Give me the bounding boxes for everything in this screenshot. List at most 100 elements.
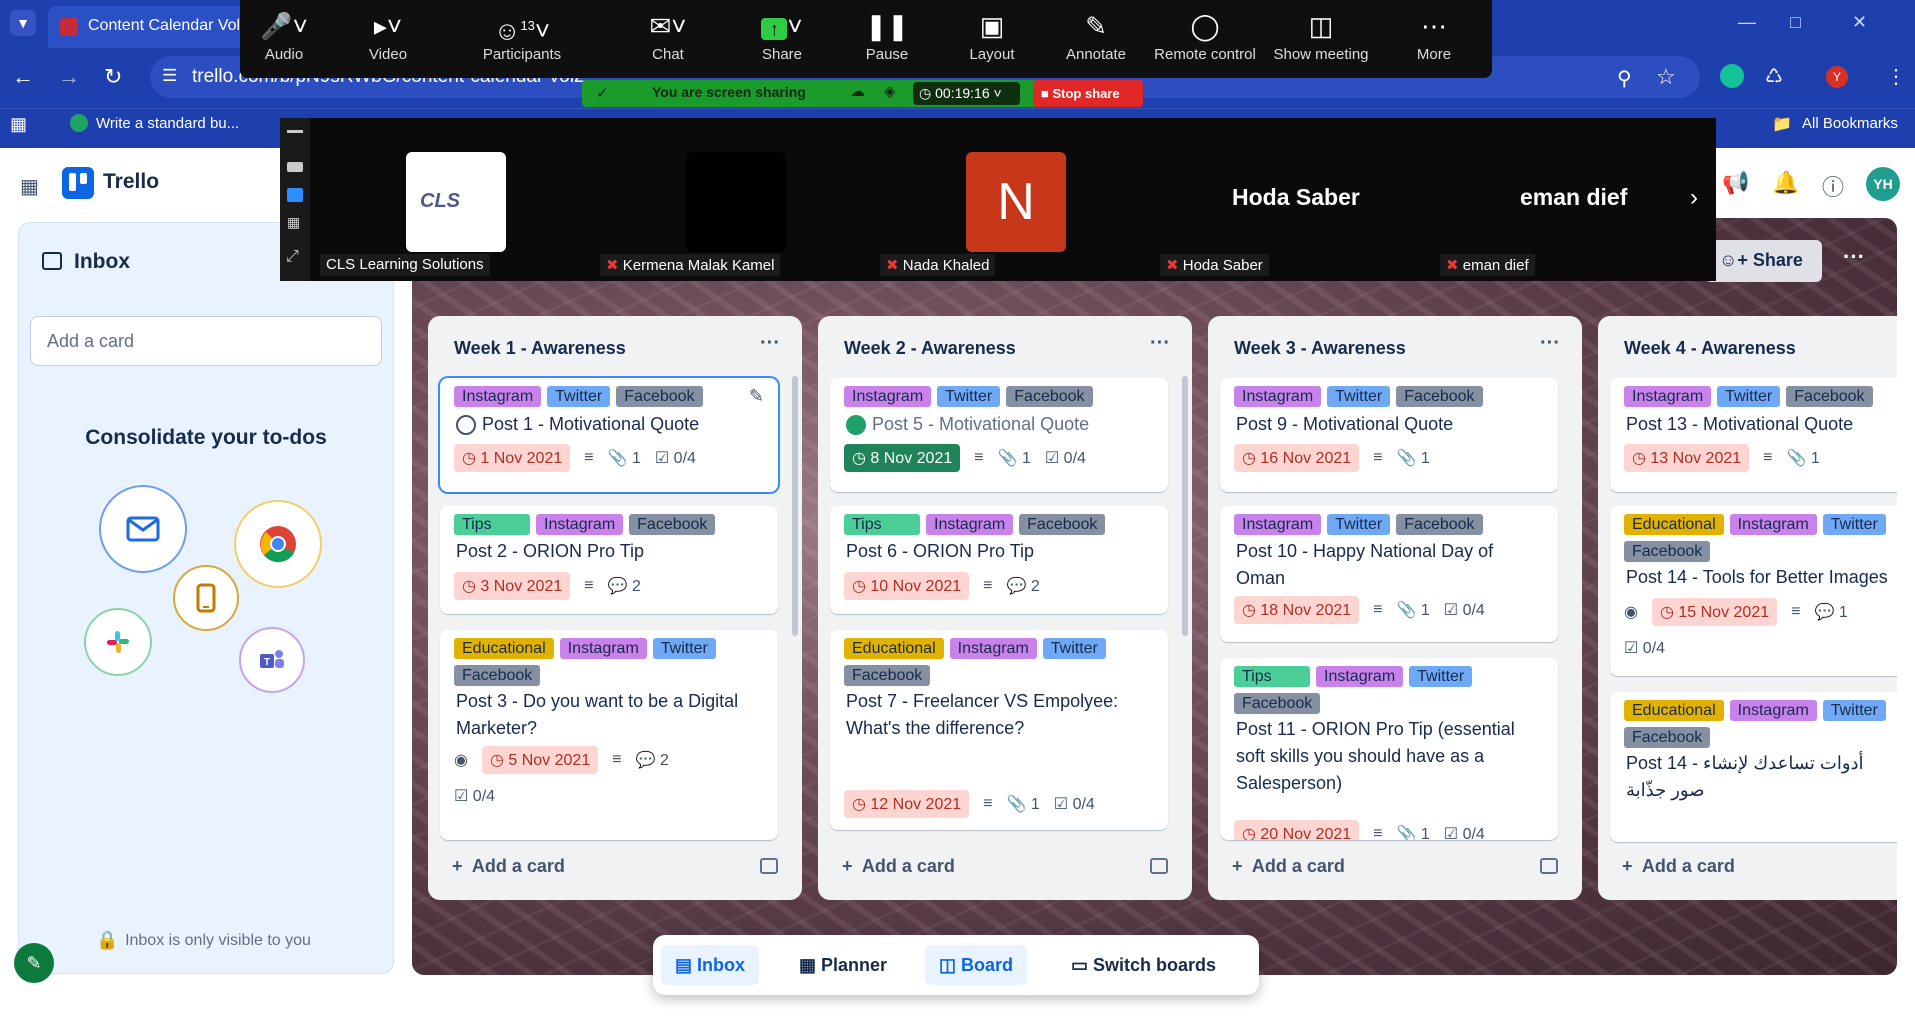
speaker-view-icon[interactable] xyxy=(287,162,303,172)
minimize-icon[interactable]: — xyxy=(1738,12,1756,33)
layout-button[interactable]: ▣ Layout xyxy=(942,6,1042,63)
trello-wordmark[interactable]: Trello xyxy=(103,170,159,194)
add-card-button[interactable]: + Add a card xyxy=(1232,856,1345,877)
list-title[interactable]: Week 2 - Awareness xyxy=(844,338,1016,359)
back-icon[interactable]: ← xyxy=(12,64,34,90)
card[interactable]: Educational Instagram Twitter Facebook P… xyxy=(1610,506,1897,676)
maximize-icon[interactable]: □ xyxy=(1790,12,1801,33)
stop-share-button[interactable]: ■ Stop share xyxy=(1033,80,1143,107)
edit-fab-icon[interactable]: ✎ xyxy=(14,943,54,983)
card[interactable]: Educational Instagram Twitter Facebook P… xyxy=(1610,692,1897,842)
card[interactable]: Tips Instagram Facebook Post 6 - ORION P… xyxy=(830,506,1168,614)
inbox-add-card-input[interactable]: Add a card xyxy=(30,316,382,366)
card[interactable]: Instagram Twitter Facebook Post 13 - Mot… xyxy=(1610,378,1897,492)
close-icon[interactable]: ✕ xyxy=(1852,12,1867,33)
annotate-button[interactable]: ✎ Annotate xyxy=(1046,6,1146,63)
due-date-badge[interactable]: ◷ 13 Nov 2021 xyxy=(1624,444,1750,472)
zoom-lens-icon[interactable]: ⚲ xyxy=(1617,66,1632,91)
grammarly-icon[interactable] xyxy=(1720,64,1744,88)
card[interactable]: Educational Instagram Twitter Facebook P… xyxy=(830,630,1168,830)
member-avatar[interactable]: YH xyxy=(1866,167,1900,201)
video-button[interactable]: ▸˅ Video xyxy=(338,6,438,63)
reload-icon[interactable]: ↻ xyxy=(104,64,122,90)
audio-button[interactable]: 🎤˅ Audio xyxy=(234,6,334,63)
card-complete-checkbox[interactable] xyxy=(846,415,866,436)
board-share-button[interactable]: ☺+ Share xyxy=(1705,240,1822,282)
switcher-switch-boards[interactable]: ▭ Switch boards xyxy=(1057,945,1230,985)
add-card-button[interactable]: + Add a card xyxy=(1622,856,1735,877)
card[interactable]: Tips Instagram Facebook Post 2 - ORION P… xyxy=(440,506,778,614)
list-menu-icon[interactable]: ··· xyxy=(1540,332,1560,355)
site-info-icon[interactable]: ☰ xyxy=(162,66,177,86)
megaphone-icon[interactable]: 📢 xyxy=(1722,170,1749,196)
meeting-timer[interactable]: ◷ 00:19:16 ˅ xyxy=(913,82,1020,105)
more-button[interactable]: ⋯ More xyxy=(1384,6,1484,63)
add-card-button[interactable]: + Add a card xyxy=(842,856,955,877)
gallery-view-icon[interactable]: ▦ xyxy=(287,214,300,231)
board-menu-icon[interactable]: ··· xyxy=(1843,244,1865,270)
browser-tab-active[interactable]: Content Calendar Vol.2 xyxy=(48,6,263,48)
expand-icon[interactable]: ⤢ xyxy=(286,248,299,266)
share-button[interactable]: ↑ ˅ Share xyxy=(732,6,832,63)
list-title[interactable]: Week 3 - Awareness xyxy=(1234,338,1406,359)
forward-icon[interactable]: → xyxy=(58,64,80,90)
profile-avatar[interactable]: Y xyxy=(1826,66,1848,88)
card-template-icon[interactable] xyxy=(1150,858,1168,874)
card-template-icon[interactable] xyxy=(760,858,778,874)
due-date-badge[interactable]: ◷ 15 Nov 2021 xyxy=(1651,598,1778,626)
due-date-badge[interactable]: ◷ 16 Nov 2021 xyxy=(1234,444,1360,472)
card[interactable]: Instagram Twitter Facebook Post 5 - Moti… xyxy=(830,378,1168,492)
chat-button[interactable]: ✉˅ Chat xyxy=(618,6,718,63)
label-twitter: Twitter xyxy=(1327,386,1391,407)
add-card-button[interactable]: + Add a card xyxy=(452,856,565,877)
due-date-badge[interactable]: ◷ 5 Nov 2021 xyxy=(481,746,599,774)
due-date-badge[interactable]: ◷ 20 Nov 2021 xyxy=(1234,820,1360,840)
participant-name: ✖ Nada Khaled xyxy=(880,254,996,276)
switcher-inbox[interactable]: ▤ Inbox xyxy=(661,945,760,985)
pause-button[interactable]: ❚❚ Pause xyxy=(837,6,937,63)
remote-control-button[interactable]: ◯ Remote control xyxy=(1150,6,1260,63)
tab-search-icon[interactable]: ▼ xyxy=(10,10,36,36)
show-meeting-button[interactable]: ◫ Show meeting xyxy=(1266,6,1376,63)
notifications-bell-icon[interactable]: 🔔 xyxy=(1772,170,1799,196)
card[interactable]: Tips Instagram Twitter Facebook Post 11 … xyxy=(1220,658,1558,840)
card-template-icon[interactable] xyxy=(1540,858,1558,874)
due-date-badge[interactable]: ◷ 3 Nov 2021 xyxy=(454,572,571,600)
switcher-planner[interactable]: ▦ Planner xyxy=(785,945,901,985)
bookmark-item[interactable]: Write a standard bu... xyxy=(96,115,239,132)
due-date-badge[interactable]: ◷ 12 Nov 2021 xyxy=(844,790,970,818)
apps-grid-icon[interactable]: ▦ xyxy=(10,114,27,135)
all-bookmarks[interactable]: All Bookmarks xyxy=(1802,115,1898,132)
extensions-icon[interactable]: ♺ xyxy=(1765,64,1783,89)
edit-card-icon[interactable]: ✎ xyxy=(749,386,764,407)
bookmark-star-icon[interactable]: ☆ xyxy=(1656,64,1676,90)
card[interactable]: Educational Instagram Twitter Facebook P… xyxy=(440,630,778,840)
card[interactable]: Instagram Twitter Facebook Post 10 - Hap… xyxy=(1220,506,1558,642)
list-title[interactable]: Week 1 - Awareness xyxy=(454,338,626,359)
list-title[interactable]: Week 4 - Awareness xyxy=(1624,338,1796,359)
trello-logo-icon[interactable] xyxy=(62,167,94,199)
strip-view-icon[interactable] xyxy=(287,188,303,202)
chat-icon: ✉˅ xyxy=(649,11,687,41)
due-date-badge[interactable]: ◷ 10 Nov 2021 xyxy=(844,572,970,600)
due-date-badge[interactable]: ◷ 1 Nov 2021 xyxy=(454,444,571,472)
due-date-badge[interactable]: ◷ 18 Nov 2021 xyxy=(1234,596,1360,624)
folder-icon: 📁 xyxy=(1772,116,1792,133)
label-facebook: Facebook xyxy=(1624,727,1711,748)
due-date-badge-complete[interactable]: ◷ 8 Nov 2021 xyxy=(844,444,961,472)
minimize-strip-icon[interactable] xyxy=(287,130,303,133)
list-menu-icon[interactable]: ··· xyxy=(760,332,780,355)
app-switcher-icon[interactable]: ▦ xyxy=(20,174,39,199)
label-twitter: Twitter xyxy=(1822,700,1886,721)
list-menu-icon[interactable]: ··· xyxy=(1150,332,1170,355)
list-scrollbar[interactable] xyxy=(792,376,798,636)
browser-menu-icon[interactable]: ⋮ xyxy=(1886,64,1906,89)
card[interactable]: Instagram Twitter Facebook ✎ Post 1 - Mo… xyxy=(440,378,778,492)
card-complete-checkbox[interactable] xyxy=(456,415,476,436)
card[interactable]: Instagram Twitter Facebook Post 9 - Moti… xyxy=(1220,378,1558,492)
list-scrollbar[interactable] xyxy=(1182,376,1188,636)
switcher-board[interactable]: ◫ Board xyxy=(925,945,1028,985)
next-page-chevron-icon[interactable]: › xyxy=(1690,184,1698,212)
help-icon[interactable]: ⓘ xyxy=(1822,170,1844,202)
participants-button[interactable]: ☺13˅ Participants xyxy=(462,6,582,63)
